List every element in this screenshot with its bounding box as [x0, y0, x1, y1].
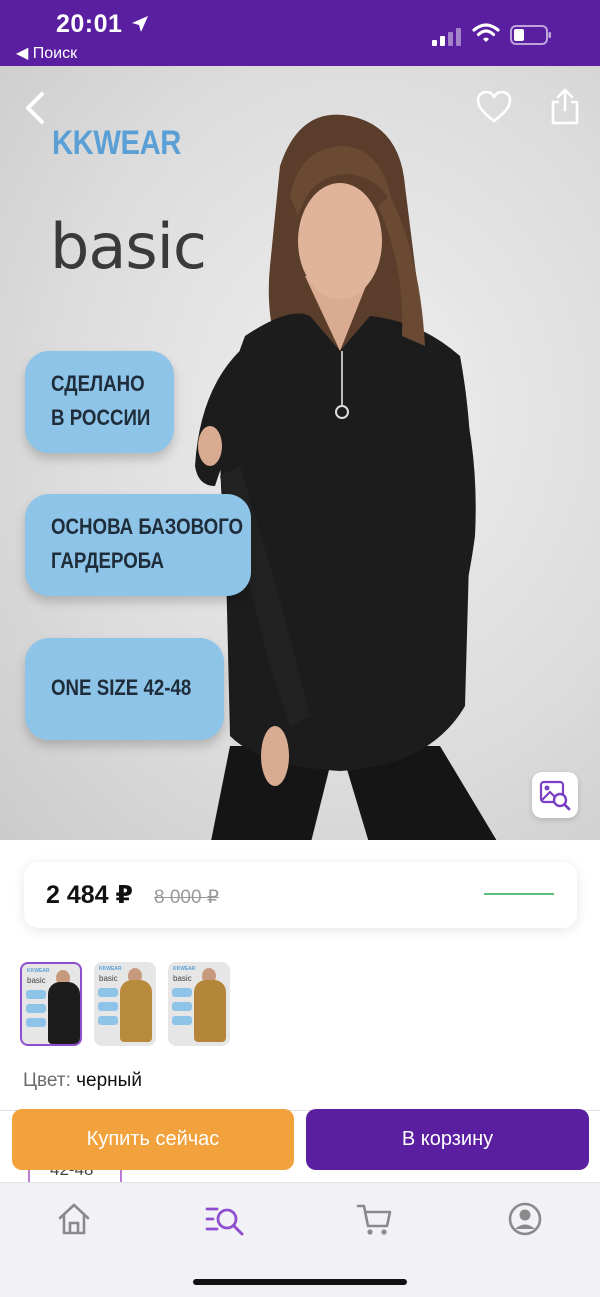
- home-icon[interactable]: [54, 1199, 94, 1239]
- thumb-line: basic: [99, 974, 118, 983]
- thumbnail-mustard-2[interactable]: KKWEAR basic: [168, 962, 230, 1046]
- color-label: Цвет:: [23, 1070, 71, 1091]
- thumb-model-body: [120, 980, 152, 1042]
- signal-icon: [432, 26, 462, 46]
- profile-icon[interactable]: [505, 1199, 545, 1239]
- color-value: черный: [76, 1070, 142, 1091]
- badge-one-size: ONE SIZE 42-48: [25, 638, 224, 740]
- thumb-badge: [172, 988, 192, 997]
- thumb-badge: [26, 990, 46, 999]
- location-arrow-icon: [132, 16, 148, 32]
- wifi-icon: [472, 23, 500, 42]
- thumb-brand: KKWEAR: [173, 966, 196, 972]
- thumb-model-body: [194, 980, 226, 1042]
- brand-logo: KKWEAR: [52, 124, 181, 162]
- product-line-title: basic: [50, 210, 207, 283]
- badge-base-wardrobe: ОСНОВА БАЗОВОГО ГАРДЕРОБА: [25, 494, 251, 596]
- share-icon[interactable]: [548, 86, 582, 126]
- badge-line: В РОССИИ: [51, 405, 151, 430]
- home-indicator: [193, 1279, 407, 1285]
- thumb-badge: [172, 1016, 192, 1025]
- badge-line: ОСНОВА БАЗОВОГО: [51, 514, 244, 539]
- price-accent-line: [484, 893, 554, 895]
- image-search-button[interactable]: [532, 772, 578, 818]
- thumb-line: basic: [27, 976, 46, 985]
- thumb-brand: KKWEAR: [27, 968, 50, 974]
- cart-icon[interactable]: [355, 1199, 395, 1239]
- current-price: 2 484 ₽: [46, 881, 133, 909]
- thumb-model-body: [48, 982, 80, 1044]
- model-photo: [195, 114, 497, 840]
- badge-line: СДЕЛАНО: [51, 371, 145, 396]
- heart-icon[interactable]: [476, 90, 512, 124]
- old-price: 8 000 ₽: [154, 887, 219, 908]
- badge-line: ГАРДЕРОБА: [51, 548, 165, 573]
- battery-icon: [510, 25, 551, 45]
- color-selection: Цвет: черный: [23, 1070, 142, 1092]
- product-image[interactable]: KKWEAR basic СДЕЛАНО В РОССИИ ОСНОВА БАЗ…: [0, 66, 600, 840]
- image-search-icon: [539, 780, 571, 811]
- thumb-badge: [172, 1002, 192, 1011]
- catalog-search-icon[interactable]: [204, 1199, 246, 1239]
- status-time: 20:01: [56, 10, 123, 38]
- buy-now-button[interactable]: Купить сейчас: [12, 1109, 294, 1170]
- thumbnail-black[interactable]: KKWEAR basic: [20, 962, 82, 1046]
- add-to-cart-button[interactable]: В корзину: [306, 1109, 589, 1170]
- thumb-badge: [98, 1002, 118, 1011]
- badge-line: ONE SIZE 42-48: [51, 675, 192, 700]
- status-bar: 20:01 ◀ Поиск: [0, 0, 600, 66]
- price-card: 2 484 ₽ 8 000 ₽: [24, 862, 577, 928]
- thumb-line: basic: [173, 974, 192, 983]
- thumb-badge: [26, 1018, 46, 1027]
- badge-made-in-russia: СДЕЛАНО В РОССИИ: [25, 351, 174, 453]
- thumb-brand: KKWEAR: [99, 966, 122, 972]
- thumb-badge: [98, 988, 118, 997]
- thumbnail-mustard-1[interactable]: KKWEAR basic: [94, 962, 156, 1046]
- thumb-badge: [98, 1016, 118, 1025]
- back-to-search-link[interactable]: ◀ Поиск: [16, 43, 77, 63]
- back-chevron-icon[interactable]: [20, 88, 50, 128]
- thumb-badge: [26, 1004, 46, 1013]
